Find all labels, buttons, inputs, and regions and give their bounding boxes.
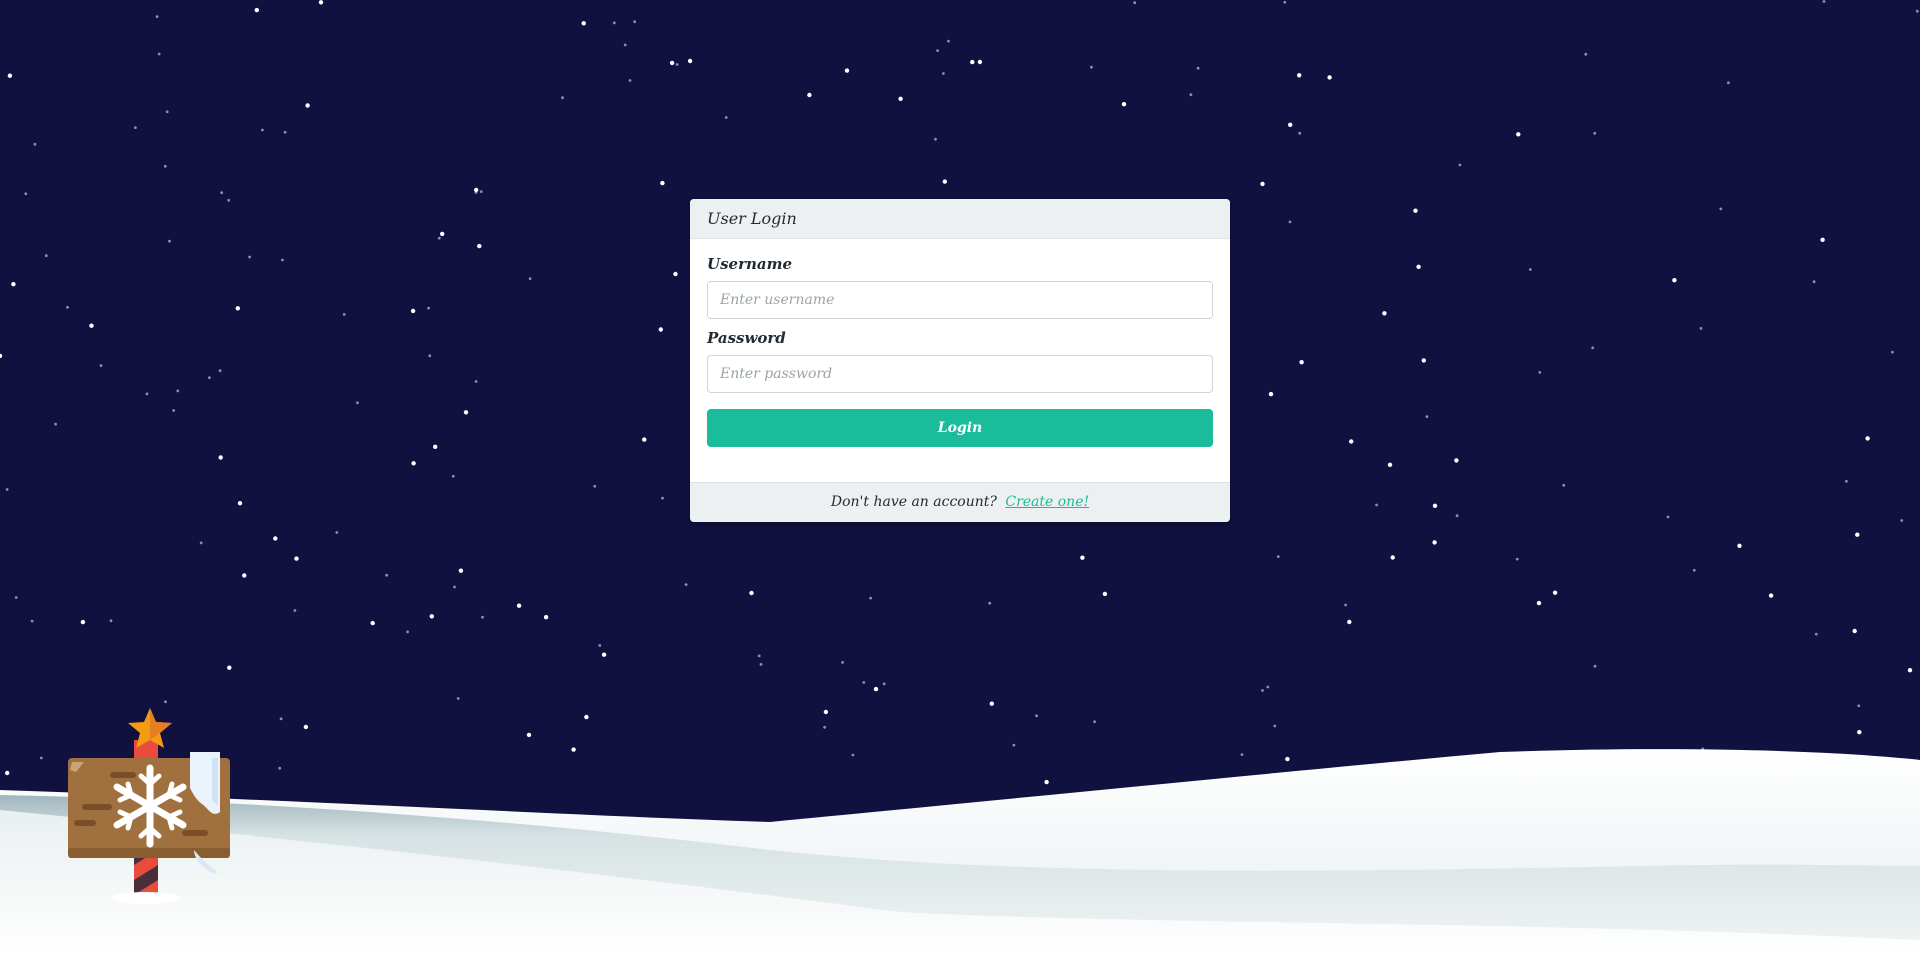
card-footer: Don't have an account? Create one! (690, 482, 1230, 522)
login-button[interactable]: Login (707, 409, 1213, 447)
login-form: Username Password Login (690, 239, 1230, 447)
password-input[interactable] (707, 355, 1213, 393)
snowflake-sign-icon (68, 708, 230, 904)
username-label: Username (707, 255, 793, 273)
login-card: User Login Username Password Login Don't… (690, 199, 1230, 522)
password-label: Password (707, 329, 786, 347)
create-account-link[interactable]: Create one! (1005, 494, 1089, 510)
footer-text: Don't have an account? (830, 494, 997, 510)
username-input[interactable] (707, 281, 1213, 319)
card-title: User Login (690, 199, 1230, 239)
